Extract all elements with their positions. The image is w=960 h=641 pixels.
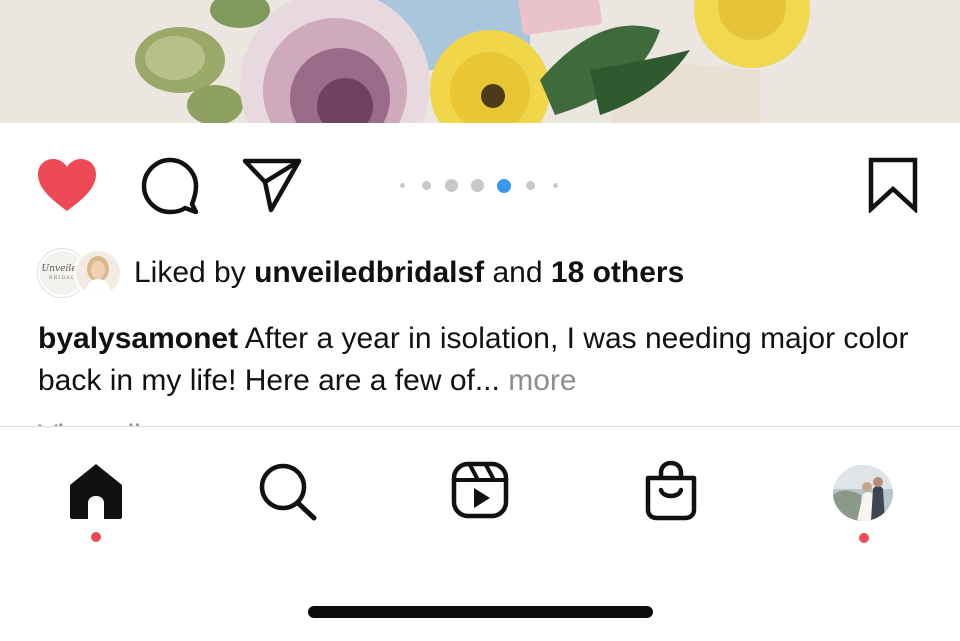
caption-more-link[interactable]: more: [508, 364, 576, 397]
search-icon[interactable]: [256, 460, 320, 522]
home-icon[interactable]: [66, 461, 126, 521]
likes-prefix: Liked by: [134, 256, 246, 289]
profile-photo-image: [833, 465, 893, 521]
likes-summary: Liked by unveiledbridalsf and 18 others: [134, 255, 684, 291]
carousel-dot: [526, 181, 535, 190]
caption-username[interactable]: byalysamonet: [38, 322, 238, 355]
carousel-dot: [400, 183, 405, 188]
paper-plane-icon[interactable]: [241, 156, 303, 214]
shopping-bag-icon[interactable]: [642, 458, 700, 522]
flat-lay-flowers-image: [0, 0, 960, 123]
home-notification-dot: [91, 532, 101, 542]
post-photo[interactable]: [0, 0, 960, 123]
comment-icon[interactable]: [140, 156, 200, 216]
carousel-dot: [445, 179, 458, 192]
carousel-dot-active: [497, 179, 511, 193]
carousel-indicator: [396, 178, 566, 193]
home-indicator-bar[interactable]: [308, 606, 653, 618]
carousel-dot: [471, 179, 484, 192]
post-caption: byalysamonet After a year in isolation, …: [38, 318, 928, 402]
likes-connector: and: [492, 256, 543, 289]
heart-icon[interactable]: [36, 157, 98, 213]
liker-username[interactable]: unveiledbridalsf: [254, 256, 484, 289]
bookmark-icon[interactable]: [867, 157, 919, 213]
liker-avatar-photo[interactable]: [74, 249, 122, 297]
likes-row[interactable]: Unveiled BRIDAL Liked by unveiledbridals…: [38, 248, 938, 297]
carousel-dot: [422, 181, 431, 190]
profile-notification-dot: [859, 533, 869, 543]
person-portrait-image: [76, 251, 120, 295]
profile-avatar[interactable]: [833, 465, 893, 521]
reels-icon[interactable]: [450, 460, 510, 520]
likes-others-link[interactable]: 18 others: [551, 256, 684, 289]
carousel-dot: [553, 183, 558, 188]
